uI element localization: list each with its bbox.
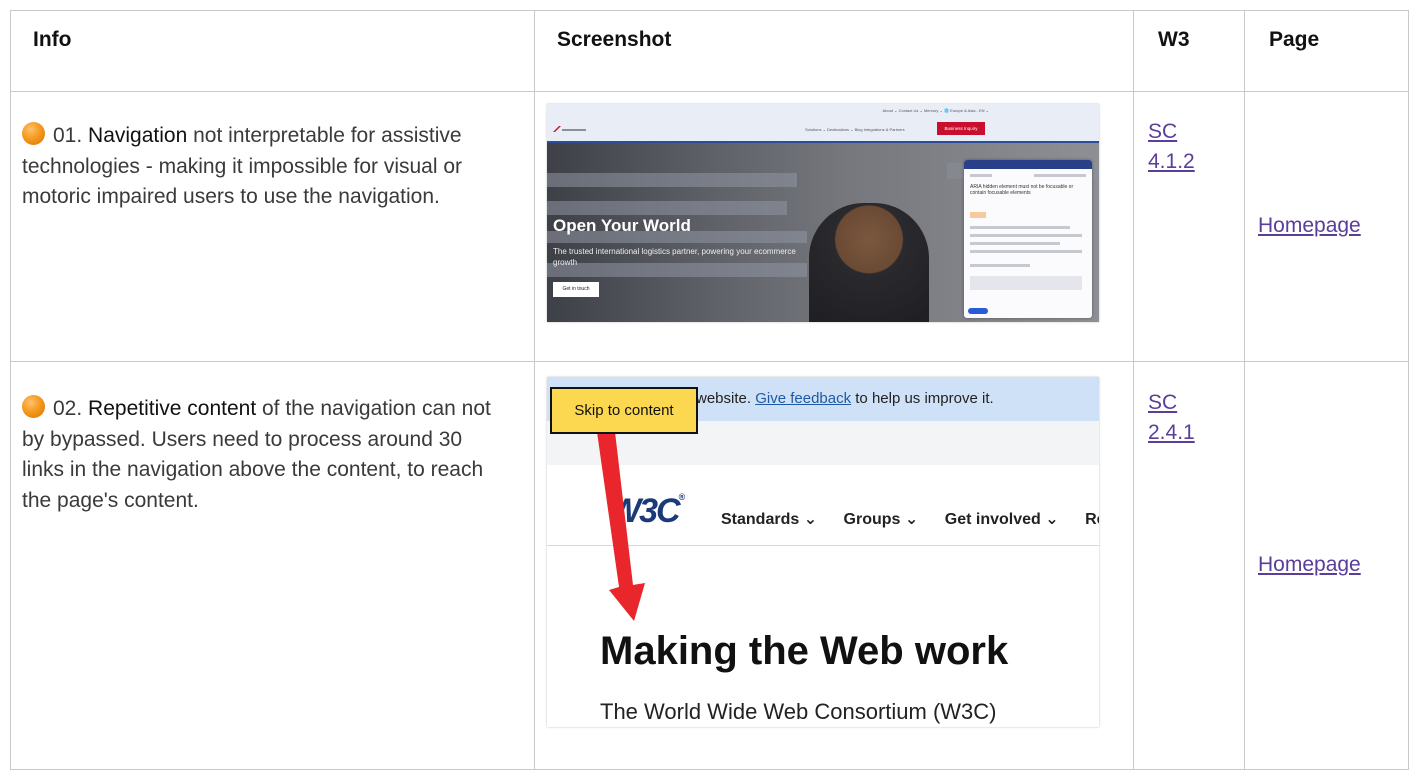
issue-2-screenshot: website. Give feedback to help us improv…	[547, 377, 1099, 727]
panel-line	[970, 226, 1070, 229]
skip-to-content-link: Skip to content	[550, 387, 698, 434]
issue-2-title: Repetitive content	[88, 397, 257, 420]
business-inquiry-button: Business Inquiry	[937, 122, 985, 135]
severity-dot-icon	[22, 395, 45, 418]
site-header: About ⌄ Contact Us ⌄ Mercury ⌄ 🌐 Europe …	[547, 104, 1099, 141]
column-divider	[1244, 11, 1245, 769]
panel-line	[970, 264, 1030, 267]
header-info: Info	[33, 28, 72, 51]
utility-nav: About ⌄ Contact Us ⌄ Mercury ⌄ 🌐 Europe …	[882, 108, 989, 113]
issue-1-w3-number: 4.1.2	[1148, 150, 1195, 173]
shelf-shape	[547, 173, 797, 187]
panel-line	[970, 174, 992, 177]
column-divider	[1133, 11, 1134, 769]
accessibility-panel: ARIA hidden element must not be focusabl…	[964, 160, 1092, 318]
panel-severity	[970, 212, 986, 218]
panel-titlebar	[964, 160, 1092, 169]
brand-logo-icon	[553, 126, 586, 132]
issue-1-screenshot: About ⌄ Contact Us ⌄ Mercury ⌄ 🌐 Europe …	[547, 104, 1099, 322]
header-screenshot: Screenshot	[557, 28, 672, 51]
issue-1-title: Navigation	[88, 124, 188, 147]
issue-2-number: 02.	[53, 397, 83, 420]
issue-2-w3-number: 2.4.1	[1148, 421, 1195, 444]
panel-line	[970, 250, 1082, 253]
header-w3: W3	[1158, 28, 1190, 51]
panel-button	[968, 308, 988, 314]
panel-heading: ARIA hidden element must not be focusabl…	[970, 184, 1074, 196]
issue-2-info: 02. Repetitive content of the navigation…	[22, 394, 507, 516]
panel-code	[970, 276, 1082, 290]
issue-2-w3-link[interactable]: SC 2.4.1	[1148, 388, 1195, 448]
hero-person	[809, 203, 929, 322]
row-divider	[11, 361, 1408, 362]
panel-line	[1034, 174, 1086, 177]
severity-dot-icon	[22, 122, 45, 145]
shelf-shape	[547, 201, 787, 215]
issue-1-w3-link[interactable]: SC 4.1.2	[1148, 117, 1195, 177]
panel-line	[970, 242, 1060, 245]
issue-2-w3-sc: SC	[1148, 391, 1178, 414]
issue-1-info: 01. Navigation not interpretable for ass…	[22, 121, 507, 213]
get-in-touch-button: Get in touch	[553, 282, 599, 297]
hero-title: Open Your World	[553, 216, 691, 235]
main-nav: Solutions ⌄ Destinations ⌄ Blog Integrat…	[805, 127, 905, 132]
issue-1-number: 01.	[53, 124, 83, 147]
issue-1-page-link[interactable]: Homepage	[1258, 214, 1361, 238]
issue-1-w3-sc: SC	[1148, 120, 1178, 143]
hero-text: The trusted international logistics part…	[553, 247, 796, 267]
column-divider	[534, 11, 535, 769]
panel-line	[970, 234, 1082, 237]
header-page: Page	[1269, 28, 1320, 51]
issue-2-page-link[interactable]: Homepage	[1258, 553, 1361, 577]
row-divider	[11, 91, 1408, 92]
